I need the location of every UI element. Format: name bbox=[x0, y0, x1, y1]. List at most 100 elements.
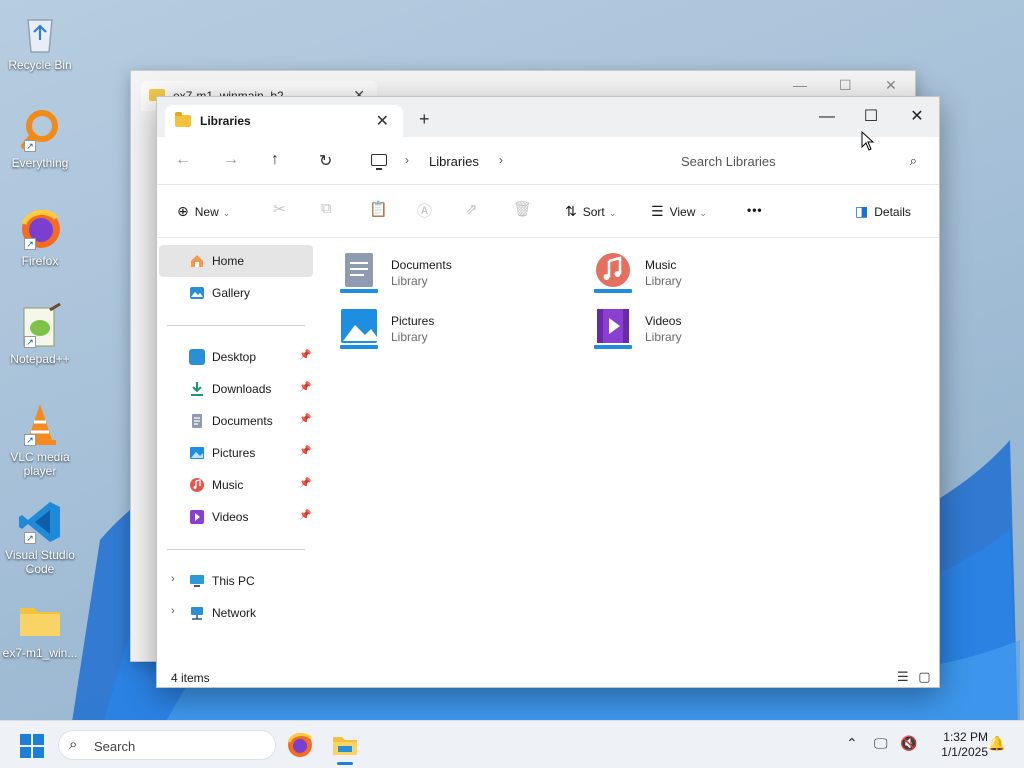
address-bar: ← → ↑ ↻ › Libraries › Search Libraries ⌕ bbox=[157, 137, 939, 185]
tab-close-icon[interactable]: ✕ bbox=[376, 111, 389, 131]
desktop-icon-firefox[interactable]: ↗ Firefox bbox=[2, 204, 78, 268]
new-tab-button[interactable]: + bbox=[419, 109, 430, 130]
chevron-down-icon: ⌄ bbox=[222, 208, 231, 218]
copy-icon[interactable]: ⧉ bbox=[321, 200, 332, 217]
sidebar-item-this-pc[interactable]: › This PC bbox=[159, 565, 313, 597]
shortcut-arrow-icon: ↗ bbox=[24, 532, 36, 544]
documents-library-icon bbox=[339, 251, 379, 295]
taskbar-search[interactable]: ⌕ Search bbox=[58, 730, 276, 760]
sidebar-item-desktop[interactable]: Desktop 📌 bbox=[159, 341, 313, 373]
pin-icon[interactable]: 📌 bbox=[299, 478, 311, 489]
videos-library-icon bbox=[593, 307, 633, 351]
pin-icon[interactable]: 📌 bbox=[299, 350, 311, 361]
title-bar[interactable]: Libraries ✕ + — ☐ ✕ bbox=[157, 97, 939, 137]
chevron-right-icon[interactable]: › bbox=[171, 605, 175, 617]
desktop-folder-icon bbox=[189, 349, 205, 365]
status-view-buttons: ☰ ▢ bbox=[897, 669, 931, 685]
tiles-view-icon[interactable]: ▢ bbox=[918, 669, 930, 684]
paste-icon[interactable]: 📋 bbox=[369, 200, 388, 218]
sidebar-item-videos[interactable]: Videos 📌 bbox=[159, 501, 313, 533]
desktop-icon-everything[interactable]: ↗ Everything bbox=[2, 106, 78, 170]
desktop-icon-label: Visual Studio Code bbox=[5, 548, 75, 576]
details-view-icon[interactable]: ☰ bbox=[897, 669, 909, 684]
taskbar-firefox[interactable] bbox=[284, 729, 316, 761]
notepad-plus-plus-icon: ↗ bbox=[16, 302, 64, 350]
pin-icon[interactable]: 📌 bbox=[299, 414, 311, 425]
up-button[interactable]: ↑ bbox=[271, 151, 279, 169]
sidebar-divider bbox=[167, 549, 305, 550]
pin-icon[interactable]: 📌 bbox=[299, 510, 311, 521]
pin-icon[interactable]: 📌 bbox=[299, 382, 311, 393]
sidebar-item-pictures[interactable]: Pictures 📌 bbox=[159, 437, 313, 469]
breadcrumb-separator[interactable]: › bbox=[405, 153, 409, 167]
back-button[interactable]: ← bbox=[175, 151, 191, 169]
list-item[interactable]: Music Library bbox=[585, 247, 825, 295]
breadcrumb-separator[interactable]: › bbox=[499, 153, 503, 167]
start-button[interactable] bbox=[20, 734, 44, 758]
refresh-button[interactable]: ↻ bbox=[319, 151, 332, 171]
file-explorer-icon bbox=[333, 737, 357, 755]
search-icon[interactable]: ⌕ bbox=[910, 153, 917, 169]
sidebar-item-network[interactable]: › Network bbox=[159, 597, 313, 629]
desktop-icon-vlc[interactable]: ↗ VLC media player bbox=[2, 400, 78, 478]
sidebar-item-gallery[interactable]: Gallery bbox=[159, 277, 313, 309]
sort-button[interactable]: ⇅ Sort ⌄ bbox=[565, 203, 616, 220]
desktop-icon-folder[interactable]: ex7-m1_win... bbox=[2, 596, 78, 660]
details-button[interactable]: ◨ Details bbox=[855, 203, 911, 220]
close-icon[interactable]: ✕ bbox=[885, 77, 897, 94]
view-list-icon: ☰ bbox=[651, 203, 664, 219]
chevron-right-icon[interactable]: › bbox=[171, 573, 175, 585]
breadcrumb[interactable]: › Libraries › bbox=[361, 145, 661, 177]
desktop-icon-vscode[interactable]: ↗ Visual Studio Code bbox=[2, 498, 78, 576]
share-icon[interactable]: ⇗ bbox=[465, 200, 478, 218]
sidebar-item-downloads[interactable]: Downloads 📌 bbox=[159, 373, 313, 405]
sidebar-item-documents[interactable]: Documents 📌 bbox=[159, 405, 313, 437]
notification-bell-icon[interactable]: 🔔 bbox=[988, 735, 1005, 752]
breadcrumb-location[interactable]: Libraries bbox=[429, 154, 479, 169]
network-status-icon[interactable]: 🖵 bbox=[874, 735, 888, 752]
computer-icon[interactable] bbox=[371, 154, 387, 170]
delete-icon[interactable]: 🗑 bbox=[513, 200, 532, 218]
desktop-icon-notepadpp[interactable]: ↗ Notepad++ bbox=[2, 302, 78, 366]
search-box[interactable]: Search Libraries ⌕ bbox=[667, 145, 929, 177]
list-item[interactable]: Documents Library bbox=[331, 247, 571, 295]
shortcut-arrow-icon: ↗ bbox=[24, 238, 36, 250]
network-icon bbox=[189, 605, 205, 621]
library-name: Documents bbox=[391, 258, 452, 272]
system-clock[interactable]: 1:32 PM 1/1/2025 bbox=[924, 730, 988, 760]
search-input[interactable]: Search Libraries bbox=[681, 154, 776, 169]
desktop-icon-label: Notepad++ bbox=[10, 352, 70, 366]
details-pane-icon: ◨ bbox=[855, 203, 869, 219]
library-type: Library bbox=[391, 330, 428, 344]
desktop-icon-recycle-bin[interactable]: Recycle Bin bbox=[2, 8, 78, 72]
pin-icon[interactable]: 📌 bbox=[299, 446, 311, 457]
shortcut-arrow-icon: ↗ bbox=[24, 434, 36, 446]
file-explorer-window[interactable]: Libraries ✕ + — ☐ ✕ ← → ↑ ↻ › Libraries … bbox=[156, 96, 940, 688]
chevron-down-icon: ⌄ bbox=[608, 208, 617, 218]
windows-logo-icon bbox=[20, 734, 31, 745]
show-hidden-icons-chevron-icon[interactable]: ⌃ bbox=[846, 735, 858, 752]
maximize-icon[interactable]: ☐ bbox=[839, 77, 852, 94]
new-label: New bbox=[194, 205, 219, 219]
sidebar-item-home[interactable]: Home bbox=[159, 245, 313, 277]
taskbar-file-explorer[interactable] bbox=[329, 729, 361, 765]
more-options-button[interactable]: ••• bbox=[747, 203, 763, 217]
sidebar-item-music[interactable]: Music 📌 bbox=[159, 469, 313, 501]
library-type: Library bbox=[391, 274, 428, 288]
minimize-button[interactable]: — bbox=[805, 103, 849, 131]
rename-icon[interactable]: Ⓐ bbox=[417, 200, 432, 221]
minimize-icon[interactable]: — bbox=[793, 77, 807, 93]
folder-icon bbox=[16, 596, 64, 644]
list-item[interactable]: Pictures Library bbox=[331, 303, 571, 351]
forward-button[interactable]: → bbox=[223, 151, 239, 169]
new-button[interactable]: ⊕ New ⌄ bbox=[177, 203, 230, 220]
volume-muted-icon[interactable]: 🔇 bbox=[900, 735, 917, 752]
maximize-button[interactable]: ☐ bbox=[849, 103, 893, 131]
cut-icon[interactable]: ✂ bbox=[273, 200, 286, 218]
list-item[interactable]: Videos Library bbox=[585, 303, 825, 351]
windows-logo-icon bbox=[33, 734, 44, 745]
tab-libraries[interactable]: Libraries ✕ bbox=[165, 105, 403, 137]
firefox-icon: ↗ bbox=[16, 204, 64, 252]
close-button[interactable]: ✕ bbox=[895, 103, 939, 131]
view-button[interactable]: ☰ View ⌄ bbox=[651, 203, 707, 220]
